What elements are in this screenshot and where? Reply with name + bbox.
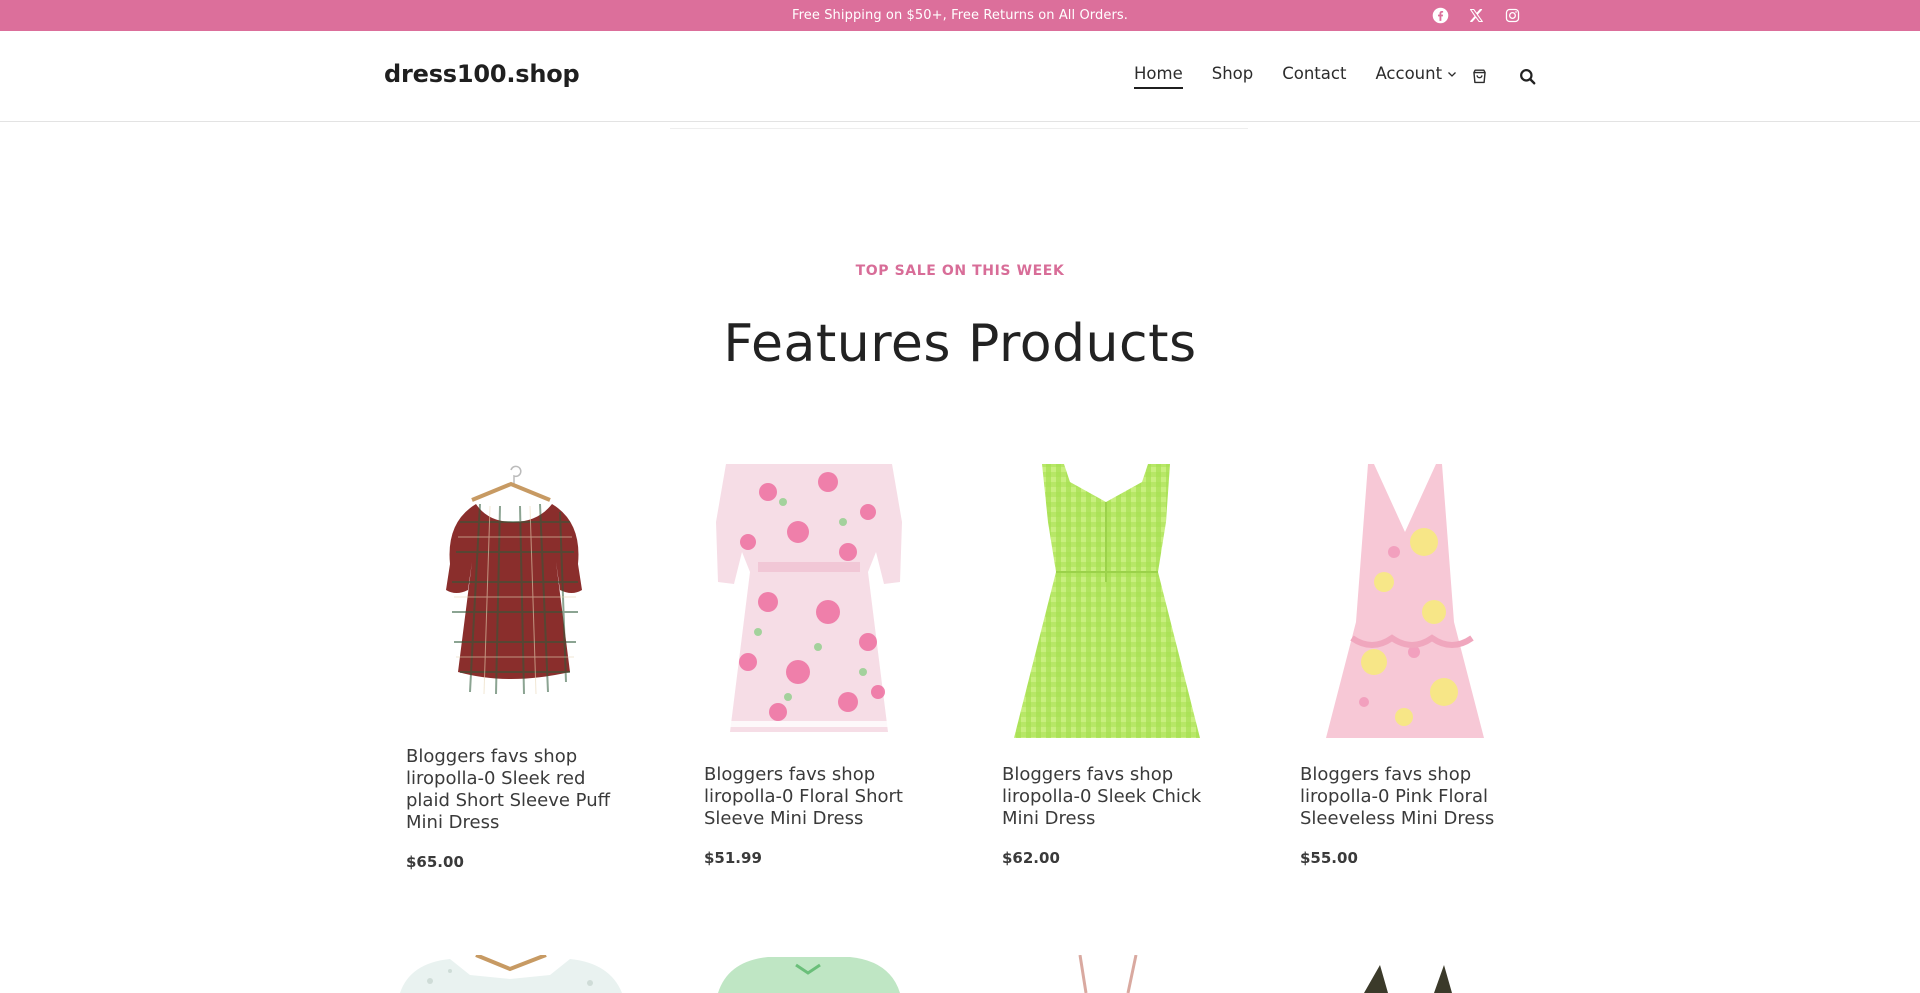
card-shadow bbox=[390, 807, 632, 817]
nav-account-label: Account bbox=[1375, 64, 1443, 83]
product-name[interactable]: Bloggers favs shop liropolla-0 Sleek red… bbox=[390, 746, 632, 834]
nav-home[interactable]: Home bbox=[1134, 64, 1183, 89]
product-price: $55.00 bbox=[1300, 849, 1358, 867]
card-shadow bbox=[986, 807, 1228, 817]
section-title: Features Products bbox=[723, 314, 1197, 374]
promo-text: Free Shipping on $50+, Free Returns on A… bbox=[791, 8, 1129, 23]
nav-contact[interactable]: Contact bbox=[1282, 64, 1346, 89]
site-header: dress100.shop Home Shop Contact Account bbox=[0, 31, 1920, 122]
product-image[interactable] bbox=[986, 462, 1228, 738]
product-image[interactable] bbox=[688, 462, 930, 738]
product-card[interactable]: Bloggers favs shop liropolla-0 Pink Flor… bbox=[1284, 462, 1526, 867]
x-twitter-icon[interactable] bbox=[1467, 6, 1486, 25]
product-name[interactable]: Bloggers favs shop liropolla-0 Sleek Chi… bbox=[986, 764, 1228, 830]
product-card[interactable]: Bloggers favs shop liropolla-0 Sleek Chi… bbox=[986, 462, 1228, 867]
product-price: $51.99 bbox=[704, 849, 762, 867]
product-image[interactable] bbox=[986, 955, 1228, 993]
product-image[interactable] bbox=[1284, 462, 1526, 738]
product-card[interactable]: Bloggers favs shop liropolla-0 Sleek red… bbox=[390, 462, 632, 871]
nav-shop[interactable]: Shop bbox=[1212, 64, 1254, 89]
product-name[interactable]: Bloggers favs shop liropolla-0 Pink Flor… bbox=[1284, 764, 1526, 830]
product-card[interactable]: Bloggers favs shop liropolla-0 Floral Sh… bbox=[688, 462, 930, 867]
section-eyebrow: TOP SALE ON THIS WEEK bbox=[855, 263, 1065, 279]
divider bbox=[670, 128, 1248, 129]
product-price: $65.00 bbox=[406, 853, 464, 871]
promo-bar: Free Shipping on $50+, Free Returns on A… bbox=[0, 0, 1920, 31]
site-logo[interactable]: dress100.shop bbox=[384, 60, 580, 88]
product-image[interactable] bbox=[688, 955, 930, 993]
nav-account[interactable]: Account bbox=[1375, 64, 1457, 89]
product-price: $62.00 bbox=[1002, 849, 1060, 867]
search-icon[interactable] bbox=[1517, 66, 1537, 86]
facebook-icon[interactable] bbox=[1431, 6, 1450, 25]
instagram-icon[interactable] bbox=[1503, 6, 1522, 25]
card-shadow bbox=[1284, 807, 1526, 817]
product-name[interactable]: Bloggers favs shop liropolla-0 Floral Sh… bbox=[688, 764, 930, 830]
product-image[interactable] bbox=[390, 462, 632, 738]
card-shadow bbox=[688, 807, 930, 817]
social-links bbox=[1431, 6, 1522, 25]
product-image[interactable] bbox=[390, 955, 632, 993]
chevron-down-icon bbox=[1448, 71, 1457, 77]
main-nav: Home Shop Contact Account bbox=[1134, 64, 1486, 89]
cart-icon[interactable] bbox=[1469, 66, 1489, 86]
product-image[interactable] bbox=[1284, 955, 1526, 993]
